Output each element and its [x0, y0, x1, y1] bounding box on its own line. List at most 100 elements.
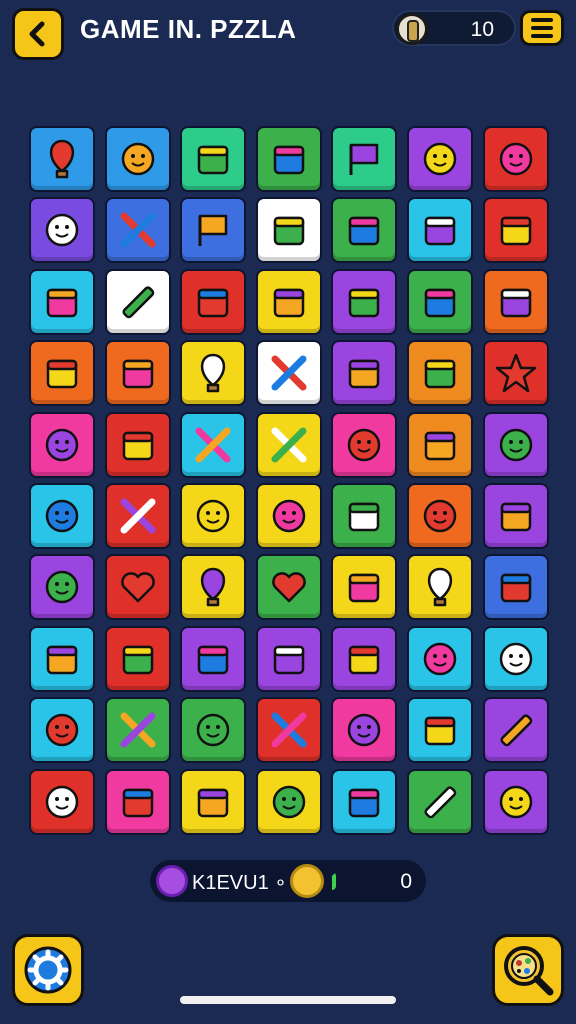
puzzle-tile[interactable] [406, 197, 473, 264]
flower-bulb-icon [196, 713, 230, 747]
round-face-icon [499, 428, 532, 461]
puzzle-tile[interactable] [406, 126, 473, 192]
puzzle-tile[interactable] [482, 411, 549, 478]
puzzle-tile[interactable] [482, 197, 549, 264]
puzzle-tile[interactable] [29, 482, 95, 549]
coin-count: 10 [470, 18, 494, 41]
yellow-flag-icon [198, 215, 228, 247]
puzzle-tile[interactable] [255, 554, 322, 621]
puzzle-tile[interactable] [406, 554, 473, 621]
puzzle-tile[interactable] [104, 482, 171, 549]
puzzle-tile[interactable] [29, 625, 95, 692]
puzzle-tile[interactable] [255, 697, 322, 764]
puzzle-tile[interactable] [29, 697, 95, 764]
back-button[interactable] [12, 8, 64, 60]
puzzle-tile[interactable] [180, 411, 247, 478]
puzzle-tile[interactable] [104, 197, 171, 264]
puzzle-tile[interactable] [180, 625, 247, 692]
puzzle-tile[interactable] [104, 411, 171, 478]
x-bandage-icon [120, 498, 156, 534]
puzzle-tile[interactable] [406, 482, 473, 549]
puzzle-tile[interactable] [255, 268, 322, 335]
puzzle-tile[interactable] [255, 197, 322, 264]
puzzle-tile[interactable] [331, 697, 398, 764]
shopping-bag-icon [427, 568, 453, 607]
jar-icon [46, 359, 78, 389]
shoe-icon [273, 217, 305, 246]
puzzle-tile[interactable] [482, 625, 549, 692]
puzzle-tile[interactable] [29, 768, 95, 835]
rainbow-icon [271, 355, 307, 391]
puzzle-tile[interactable] [331, 768, 398, 835]
puzzle-tile[interactable] [406, 411, 473, 478]
pickaxe-icon [271, 712, 307, 748]
puzzle-tile[interactable] [331, 554, 398, 621]
puzzle-tile[interactable] [331, 268, 398, 335]
puzzle-tile[interactable] [29, 411, 95, 478]
puzzle-tile[interactable] [331, 482, 398, 549]
hint-button[interactable] [492, 934, 564, 1006]
puzzle-tile[interactable] [255, 625, 322, 692]
puzzle-tile[interactable] [482, 482, 549, 549]
puzzle-tile[interactable] [29, 268, 95, 335]
puzzle-tile[interactable] [255, 340, 322, 407]
puzzle-tile[interactable] [331, 126, 398, 192]
puzzle-tile[interactable] [104, 554, 171, 621]
leaf-icon [349, 788, 380, 817]
settings-button[interactable] [12, 934, 84, 1006]
top-bar: GAME IN. PZZLA 10 [0, 0, 576, 70]
puzzle-tile[interactable] [482, 126, 549, 192]
puzzle-tile[interactable] [255, 126, 322, 192]
hat-face-icon [45, 785, 79, 818]
paper-plane-icon [46, 288, 78, 318]
puzzle-tile[interactable] [406, 697, 473, 764]
puzzle-tile[interactable] [255, 768, 322, 835]
puzzle-tile[interactable] [406, 268, 473, 335]
puzzle-tile[interactable] [180, 340, 247, 407]
puzzle-tile[interactable] [331, 411, 398, 478]
puzzle-tile[interactable] [29, 197, 95, 264]
lunch-box-icon [122, 645, 153, 674]
puzzle-tile[interactable] [331, 197, 398, 264]
puzzle-tile[interactable] [482, 340, 549, 407]
puzzle-tile[interactable] [406, 768, 473, 835]
ghost-face-icon [348, 713, 381, 747]
puzzle-tile[interactable] [29, 126, 95, 192]
puzzle-tile[interactable] [104, 697, 171, 764]
frame-icon [273, 288, 305, 318]
chevron-left-icon [29, 21, 45, 47]
splat-icon [424, 359, 456, 389]
puzzle-tile[interactable] [180, 126, 247, 192]
puzzle-tile[interactable] [180, 697, 247, 764]
puzzle-tile[interactable] [180, 268, 247, 335]
puzzle-tile[interactable] [29, 340, 95, 407]
shield-icon [424, 431, 456, 460]
puzzle-tile[interactable] [482, 554, 549, 621]
puzzle-tile[interactable] [255, 482, 322, 549]
puzzle-tile[interactable] [482, 268, 549, 335]
puzzle-tile[interactable] [104, 625, 171, 692]
puzzle-tile[interactable] [104, 126, 171, 192]
puzzle-tile[interactable] [180, 768, 247, 835]
puzzle-tile[interactable] [180, 197, 247, 264]
puzzle-tile[interactable] [180, 554, 247, 621]
pin-needle-icon [499, 714, 532, 747]
puzzle-tile[interactable] [104, 268, 171, 335]
heart-tag-icon [120, 572, 155, 603]
striped-card-icon [500, 574, 531, 603]
puzzle-tile[interactable] [29, 554, 95, 621]
puzzle-tile[interactable] [331, 625, 398, 692]
puzzle-tile[interactable] [331, 340, 398, 407]
droplet-face-icon [423, 642, 457, 675]
puzzle-tile[interactable] [104, 340, 171, 407]
puzzle-tile[interactable] [180, 482, 247, 549]
puzzle-tile[interactable] [406, 625, 473, 692]
puzzle-tile[interactable] [104, 768, 171, 835]
puzzle-tile[interactable] [406, 340, 473, 407]
coin-counter: 10 [392, 10, 516, 46]
trash-can-icon [46, 645, 78, 674]
menu-button[interactable] [520, 10, 564, 46]
puzzle-tile[interactable] [255, 411, 322, 478]
puzzle-tile[interactable] [482, 697, 549, 764]
puzzle-tile[interactable] [482, 768, 549, 835]
